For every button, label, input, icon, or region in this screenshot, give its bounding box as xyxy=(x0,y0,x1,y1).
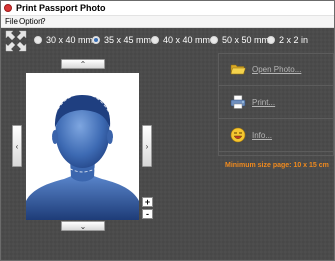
size-option-50x50[interactable]: 50 x 50 mm xyxy=(210,33,269,47)
info-button[interactable]: Info... xyxy=(218,119,334,152)
printer-icon xyxy=(230,94,246,110)
smiley-icon xyxy=(230,127,246,143)
person-silhouette-icon xyxy=(26,73,139,220)
chevron-up-icon: ⌃ xyxy=(79,59,87,69)
menu-bar: File Option ? xyxy=(1,16,334,28)
radio-35x45[interactable] xyxy=(92,36,100,44)
size-option-40x40[interactable]: 40 x 40 mm xyxy=(151,33,210,47)
radio-50x50[interactable] xyxy=(210,36,218,44)
radio-30x40[interactable] xyxy=(34,36,42,44)
app-icon xyxy=(4,4,12,12)
move-up-button[interactable]: ⌃ xyxy=(61,59,105,69)
title-bar: Print Passport Photo xyxy=(1,1,334,16)
chevron-down-icon: ⌄ xyxy=(79,221,87,231)
print-button[interactable]: Print... xyxy=(218,86,334,119)
size-label: 35 x 45 mm xyxy=(104,35,152,45)
menu-file[interactable]: File xyxy=(5,16,18,27)
fullscreen-icon[interactable] xyxy=(5,30,27,52)
app-window: Print Passport Photo File Option ? 30 x … xyxy=(0,0,335,261)
size-option-35x45[interactable]: 35 x 45 mm xyxy=(92,33,151,47)
folder-icon xyxy=(230,61,246,77)
chevron-right-icon: › xyxy=(145,141,149,151)
radio-40x40[interactable] xyxy=(151,36,159,44)
move-left-button[interactable]: ‹ xyxy=(12,125,22,167)
menu-help[interactable]: ? xyxy=(41,16,45,27)
open-photo-label: Open Photo... xyxy=(252,64,302,74)
print-label: Print... xyxy=(252,97,276,107)
photo-preview xyxy=(26,73,139,220)
open-photo-button[interactable]: Open Photo... xyxy=(218,53,334,86)
info-label: Info... xyxy=(252,130,273,140)
chevron-left-icon: ‹ xyxy=(15,141,19,151)
size-label: 50 x 50 mm xyxy=(222,35,270,45)
window-title: Print Passport Photo xyxy=(16,3,106,13)
zoom-in-button[interactable]: + xyxy=(142,197,153,207)
move-down-button[interactable]: ⌄ xyxy=(61,221,105,231)
menu-option[interactable]: Option xyxy=(19,16,43,27)
size-option-2x2in[interactable]: 2 x 2 in xyxy=(267,33,308,47)
workspace: 30 x 40 mm 35 x 45 mm 40 x 40 mm 50 x 50… xyxy=(1,28,334,260)
zoom-out-button[interactable]: - xyxy=(142,209,153,219)
size-option-30x40[interactable]: 30 x 40 mm xyxy=(34,33,93,47)
size-label: 2 x 2 in xyxy=(279,35,309,45)
size-label: 30 x 40 mm xyxy=(46,35,94,45)
radio-2x2in[interactable] xyxy=(267,36,275,44)
min-size-notice: Minimum size page: 10 x 15 cm xyxy=(225,162,329,169)
size-label: 40 x 40 mm xyxy=(163,35,211,45)
move-right-button[interactable]: › xyxy=(142,125,152,167)
